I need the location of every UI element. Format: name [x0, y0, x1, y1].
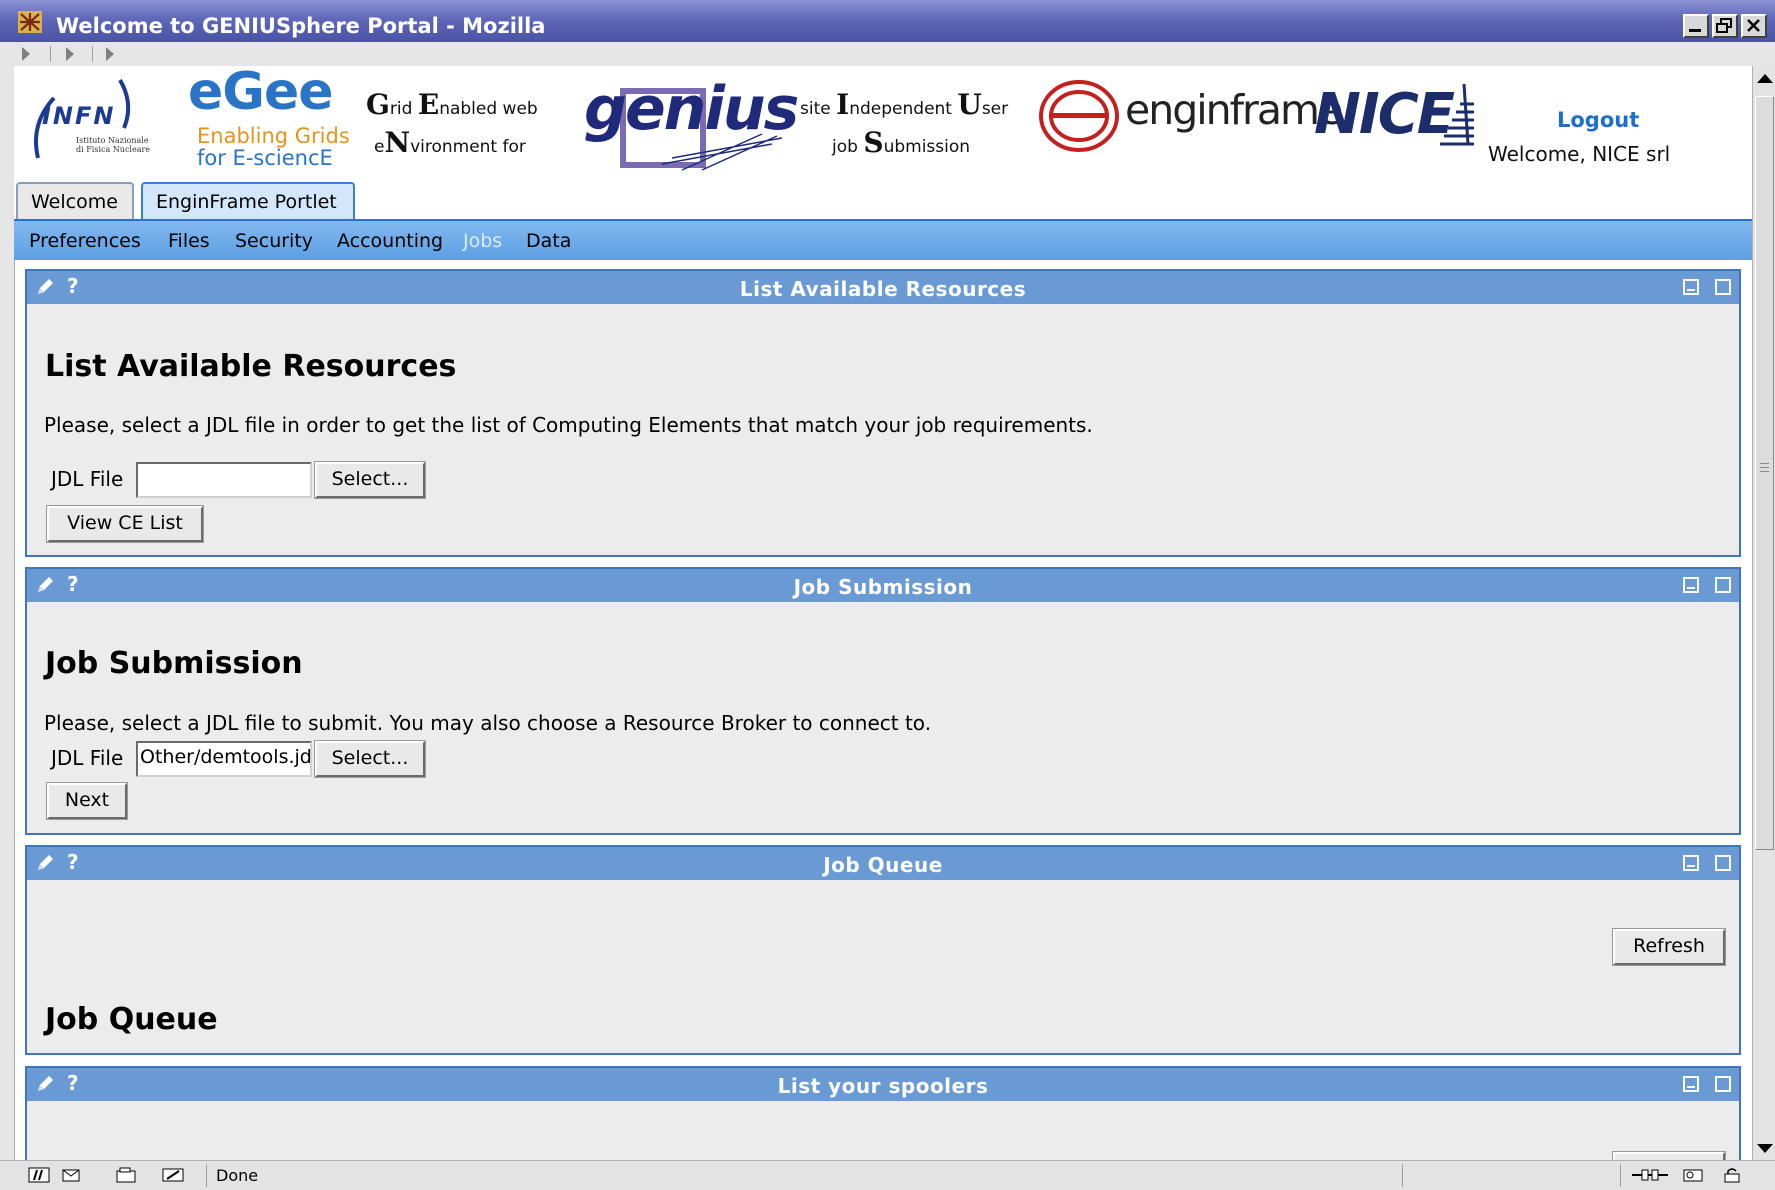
window-title: Welcome to GENIUSphere Portal - Mozilla: [56, 14, 546, 38]
next-button[interactable]: Next: [46, 782, 128, 820]
maximize-icon[interactable]: [1715, 577, 1731, 593]
minimize-window-button[interactable]: [1683, 14, 1709, 38]
egee-logo-word: eGee: [188, 62, 333, 122]
portlet-description: Please, select a JDL file in order to ge…: [44, 413, 1093, 437]
portlet-header: ? Job Queue: [27, 847, 1739, 880]
toolbar-separator: [50, 46, 51, 62]
close-window-button[interactable]: [1741, 14, 1767, 38]
egee-logo-line1: Enabling Grids: [197, 124, 350, 148]
grip-line: [1760, 467, 1769, 468]
portlet-title: List your spoolers: [777, 1074, 989, 1098]
minimize-icon[interactable]: [1683, 855, 1699, 871]
online-status-icon[interactable]: [1630, 1167, 1670, 1183]
acronym-right-line2: job Submission: [832, 126, 971, 159]
jdl-file-label: JDL File: [51, 467, 124, 491]
scroll-up-arrow-icon[interactable]: [1757, 74, 1773, 83]
restore-icon: [1716, 18, 1732, 33]
portlet-description: Please, select a JDL file to submit. You…: [44, 711, 932, 735]
grip-line: [1760, 471, 1769, 472]
enginframe-emblem: [1039, 80, 1119, 152]
enginframe-logo: enginframe: [1037, 78, 1343, 168]
select-jdl-button[interactable]: Select...: [314, 740, 426, 778]
maximize-icon[interactable]: [1715, 279, 1731, 295]
portlet-heading: List Available Resources: [45, 349, 457, 384]
acronym-left-line1: Grid Enabled web: [366, 88, 538, 121]
select-jdl-button[interactable]: Select...: [314, 461, 426, 499]
scroll-down-arrow-icon[interactable]: [1757, 1144, 1773, 1153]
status-bar: Done: [0, 1160, 1775, 1190]
expand-toolbar-icon[interactable]: [106, 47, 114, 61]
portlet-header: ? Job Submission: [27, 569, 1739, 602]
tab-welcome[interactable]: Welcome: [16, 182, 134, 220]
status-separator: [206, 1164, 207, 1187]
portlet-header: ? List Available Resources: [27, 271, 1739, 304]
acronym-left-line2: eNvironment for: [374, 126, 526, 159]
jdl-file-label: JDL File: [51, 746, 124, 770]
portlet-job-submission: ? Job Submission Job Submission Please, …: [25, 567, 1741, 835]
security-icon[interactable]: [1682, 1167, 1704, 1183]
tab-enginframe-portlet[interactable]: EnginFrame Portlet: [141, 182, 355, 220]
status-separator: [1402, 1164, 1403, 1187]
maximize-icon[interactable]: [1715, 855, 1731, 871]
portlet-title: List Available Resources: [739, 277, 1027, 301]
subnav-item-files[interactable]: Files: [168, 230, 210, 252]
logout-link[interactable]: Logout: [1557, 108, 1639, 132]
portlet-heading: Job Queue: [45, 1002, 218, 1037]
refresh-button[interactable]: Refresh: [1612, 928, 1726, 966]
infn-logo: INFN Istituto Nazionale di Fisica Nuclea…: [24, 74, 164, 174]
nice-logo-stripes: [1440, 83, 1474, 146]
minimize-icon[interactable]: [1683, 1076, 1699, 1092]
close-icon: [1747, 19, 1760, 32]
lock-icon[interactable]: [1722, 1167, 1744, 1183]
subnav-item-preferences[interactable]: Preferences: [29, 230, 141, 252]
subnav-item-security[interactable]: Security: [235, 230, 313, 252]
composer-icon[interactable]: [116, 1167, 138, 1183]
jdl-file-input[interactable]: Other/demtools.jdl: [136, 741, 312, 777]
nice-logo: NICE: [1304, 82, 1484, 172]
portlet-title: Job Queue: [823, 853, 943, 877]
grip-line: [1760, 463, 1769, 464]
portlet-header: ? List your spoolers: [27, 1068, 1739, 1101]
portlet-job-queue: ? Job Queue Refresh Job Queue: [25, 845, 1741, 1055]
navigator-icon[interactable]: [28, 1167, 50, 1183]
subnav-item-data[interactable]: Data: [526, 230, 571, 252]
status-text: Done: [216, 1166, 259, 1185]
infn-logo-text: INFN: [42, 102, 116, 130]
subnav-item-accounting[interactable]: Accounting: [337, 230, 443, 252]
jdl-file-input[interactable]: [136, 462, 312, 498]
portlet-list-resources: ? List Available Resources List Availabl…: [25, 269, 1741, 557]
infn-logo-subtitle: Istituto Nazionale di Fisica Nucleare: [76, 136, 151, 154]
genius-logo-word: genius: [584, 74, 799, 144]
window-title-bar: Welcome to GENIUSphere Portal - Mozilla: [0, 0, 1775, 42]
welcome-user-text: Welcome, NICE srl: [1488, 142, 1671, 166]
minimize-icon: [1689, 29, 1701, 32]
expand-toolbar-icon[interactable]: [66, 47, 74, 61]
sub-navigation: Preferences Files Security Accounting Jo…: [14, 219, 1752, 260]
minimize-icon[interactable]: [1683, 577, 1699, 593]
scrollbar-thumb[interactable]: [1755, 96, 1774, 850]
restore-window-button[interactable]: [1712, 14, 1738, 38]
mozilla-app-icon[interactable]: [18, 11, 42, 33]
egee-logo: eGee Enabling Grids for E-sciencE: [180, 62, 380, 178]
vertical-scrollbar[interactable]: [1752, 66, 1775, 1160]
portlet-heading: Job Submission: [45, 646, 303, 681]
egee-logo-line2: for E-sciencE: [197, 146, 333, 170]
acronym-right-line1: site Independent User: [800, 88, 1009, 121]
mail-icon[interactable]: [62, 1167, 84, 1183]
address-book-icon[interactable]: [162, 1167, 184, 1183]
subnav-item-jobs[interactable]: Jobs: [463, 230, 502, 252]
maximize-icon[interactable]: [1715, 1076, 1731, 1092]
toolbar-separator: [92, 46, 93, 62]
sidebar-edge: [0, 66, 15, 1160]
view-ce-list-button[interactable]: View CE List: [46, 505, 204, 543]
status-separator: [1620, 1164, 1621, 1187]
nice-logo-word: NICE: [1314, 82, 1455, 147]
genius-logo: genius: [572, 74, 799, 174]
portlet-title: Job Submission: [793, 575, 973, 599]
expand-toolbar-icon[interactable]: [22, 47, 30, 61]
minimize-icon[interactable]: [1683, 279, 1699, 295]
